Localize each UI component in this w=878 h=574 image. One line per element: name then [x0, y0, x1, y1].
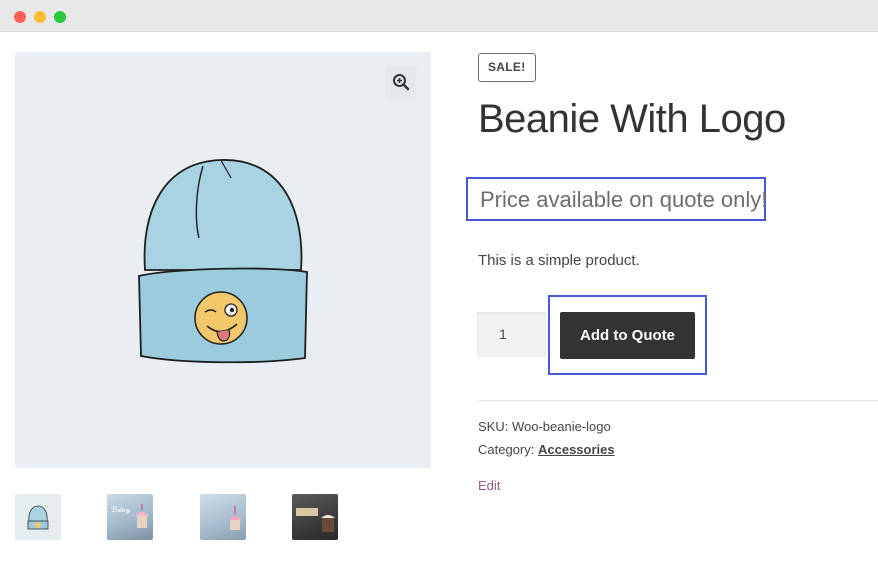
- category-line: Category: Accessories: [478, 442, 615, 457]
- birthday-cake-thumbnail-dark[interactable]: [292, 494, 338, 540]
- sku-label: SKU:: [478, 419, 512, 434]
- cupcake-thumb-icon-2: [228, 506, 242, 530]
- svg-text:ℬ𝒹𝒶𝓎: ℬ𝒹𝒶𝓎: [111, 505, 131, 514]
- category-link[interactable]: Accessories: [538, 442, 615, 457]
- product-description: This is a simple product.: [478, 252, 640, 269]
- price-text: Price available on quote only!: [480, 187, 768, 212]
- close-window-button[interactable]: [14, 11, 26, 23]
- birthday-cupcake-thumbnail-2[interactable]: [200, 494, 246, 540]
- sku-value: Woo-beanie-logo: [511, 419, 611, 434]
- edit-link[interactable]: Edit: [478, 478, 500, 493]
- minimize-window-button[interactable]: [34, 11, 46, 23]
- birthday-cupcake-thumbnail-1[interactable]: ℬ𝒹𝒶𝓎: [107, 494, 153, 540]
- category-label: Category:: [478, 442, 538, 457]
- add-to-quote-highlight-box: Add to Quote: [548, 295, 707, 375]
- beanie-thumbnail[interactable]: [15, 494, 61, 540]
- divider: [478, 400, 878, 401]
- zoom-button[interactable]: [385, 66, 417, 98]
- sku-line: SKU: Woo-beanie-logo: [478, 419, 611, 434]
- sale-badge: SALE!: [478, 53, 536, 82]
- cupcake-thumb-icon: ℬ𝒹𝒶𝓎: [111, 504, 149, 528]
- beanie-thumb-icon: [27, 505, 49, 530]
- add-to-quote-button[interactable]: Add to Quote: [560, 312, 695, 359]
- thumbnail-strip: ℬ𝒹𝒶𝓎: [15, 494, 355, 540]
- browser-window: ℬ𝒹𝒶𝓎 SALE! Beanie With Logo Price availa…: [0, 0, 878, 574]
- price-highlight-box: Price available on quote only!: [466, 177, 768, 221]
- beanie-illustration: [138, 159, 308, 364]
- maximize-window-button[interactable]: [54, 11, 66, 23]
- product-title: Beanie With Logo: [478, 97, 786, 141]
- quantity-input[interactable]: 1: [477, 312, 546, 357]
- magnifier-plus-icon: [393, 74, 410, 91]
- window-titlebar: [0, 0, 878, 32]
- product-main-image: [15, 52, 431, 468]
- cake-thumb-icon: [296, 508, 335, 532]
